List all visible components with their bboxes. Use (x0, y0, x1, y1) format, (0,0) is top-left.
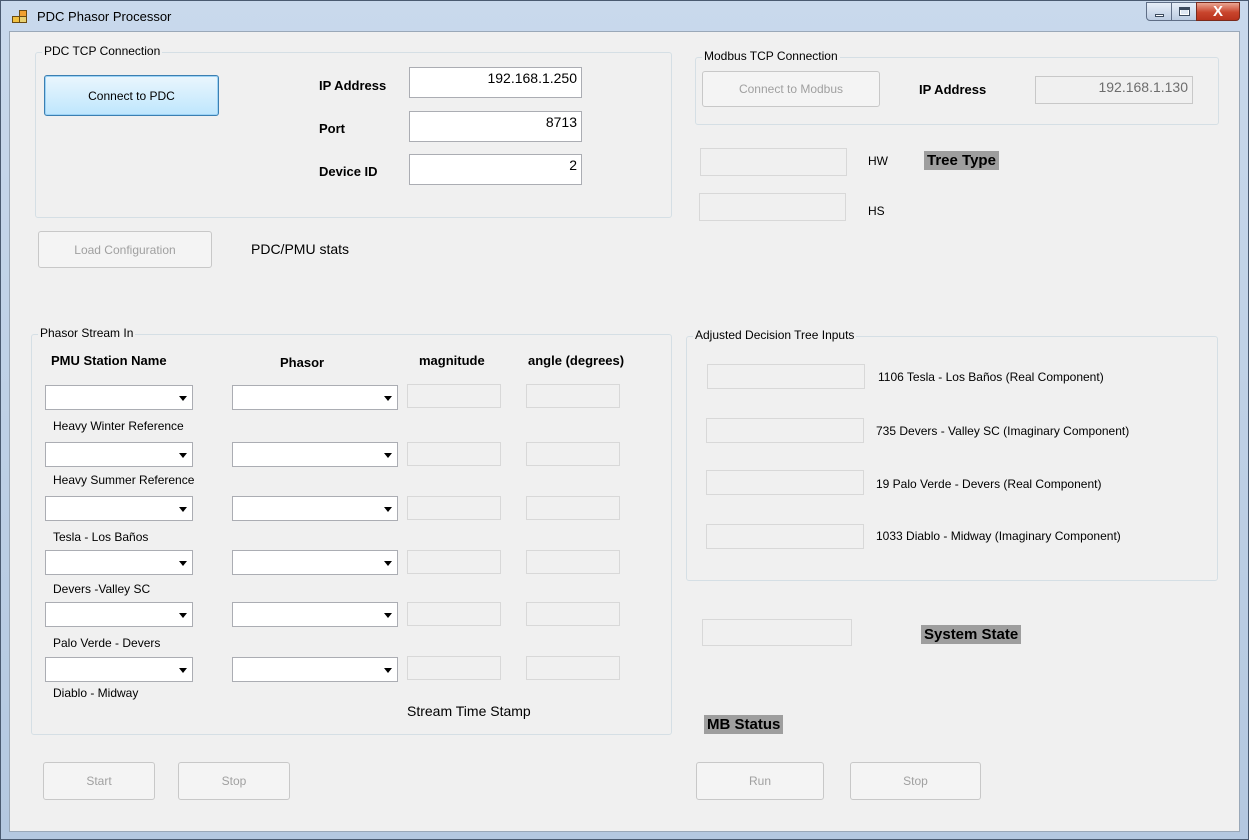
phasor-select-6[interactable] (232, 657, 398, 682)
angle-field-5[interactable] (526, 602, 620, 626)
dropdown-arrow-icon (384, 613, 392, 618)
station-select-4[interactable] (45, 550, 193, 575)
pdc-port-field[interactable]: 8713 (409, 111, 582, 142)
dropdown-arrow-icon (384, 453, 392, 458)
title-bar[interactable]: PDC Phasor Processor X (1, 1, 1248, 31)
angle-field-1[interactable] (526, 384, 620, 408)
modbus-group-title: Modbus TCP Connection (702, 49, 840, 63)
minimize-icon (1155, 14, 1164, 17)
tree-input-field-2[interactable] (706, 418, 864, 443)
header-phasor: Phasor (280, 355, 325, 370)
window-title: PDC Phasor Processor (37, 9, 172, 24)
modbus-ip-field[interactable]: 192.168.1.130 (1035, 76, 1193, 104)
angle-field-3[interactable] (526, 496, 620, 520)
tree-input-field-3[interactable] (706, 470, 864, 495)
row-label-3: Tesla - Los Baños (53, 530, 149, 544)
close-button[interactable]: X (1196, 2, 1240, 21)
dropdown-arrow-icon (384, 396, 392, 401)
phasor-select-3[interactable] (232, 496, 398, 521)
station-select-2[interactable] (45, 442, 193, 467)
mb-status-label: MB Status (704, 715, 784, 734)
dropdown-arrow-icon (179, 507, 187, 512)
magnitude-field-6[interactable] (407, 656, 501, 680)
hw-label: HW (868, 154, 888, 168)
caption-buttons: X (1146, 2, 1240, 22)
modbus-ip-label: IP Address (919, 82, 987, 97)
close-icon: X (1212, 3, 1223, 20)
stop-modbus-button[interactable]: Stop (850, 762, 981, 800)
tree-type-label: Tree Type (924, 151, 999, 170)
header-pmu-station: PMU Station Name (51, 353, 167, 368)
phasor-group-title: Phasor Stream In (38, 326, 136, 340)
tree-input-label-1: 1106 Tesla - Los Baños (Real Component) (878, 370, 1104, 384)
system-state-label: System State (921, 625, 1022, 644)
row-label-5: Palo Verde - Devers (53, 636, 161, 650)
dropdown-arrow-icon (179, 613, 187, 618)
dropdown-arrow-icon (179, 453, 187, 458)
dropdown-arrow-icon (384, 668, 392, 673)
row-label-6: Diablo - Midway (53, 686, 139, 700)
pdc-port-label: Port (319, 121, 345, 136)
tree-group-title: Adjusted Decision Tree Inputs (693, 328, 857, 342)
minimize-button[interactable] (1146, 2, 1172, 21)
pdc-group-title: PDC TCP Connection (42, 44, 163, 58)
device-id-field[interactable]: 2 (409, 154, 582, 185)
phasor-select-1[interactable] (232, 385, 398, 410)
tree-input-field-1[interactable] (707, 364, 865, 389)
connect-pdc-button[interactable]: Connect to PDC (44, 75, 219, 116)
phasor-select-2[interactable] (232, 442, 398, 467)
maximize-icon (1179, 7, 1190, 16)
dropdown-arrow-icon (179, 561, 187, 566)
header-angle: angle (degrees) (528, 353, 625, 368)
row-label-1: Heavy Winter Reference (53, 419, 184, 433)
dropdown-arrow-icon (384, 507, 392, 512)
phasor-select-5[interactable] (232, 602, 398, 627)
connect-modbus-button[interactable]: Connect to Modbus (702, 71, 880, 107)
load-configuration-button[interactable]: Load Configuration (38, 231, 212, 268)
app-icon (12, 10, 27, 23)
magnitude-field-4[interactable] (407, 550, 501, 574)
start-button[interactable]: Start (43, 762, 155, 800)
angle-field-6[interactable] (526, 656, 620, 680)
pdc-ip-label: IP Address (319, 78, 387, 93)
magnitude-field-3[interactable] (407, 496, 501, 520)
row-label-2: Heavy Summer Reference (53, 473, 195, 487)
station-select-3[interactable] (45, 496, 193, 521)
magnitude-field-1[interactable] (407, 384, 501, 408)
station-select-5[interactable] (45, 602, 193, 627)
hs-label: HS (868, 204, 885, 218)
dropdown-arrow-icon (179, 396, 187, 401)
angle-field-4[interactable] (526, 550, 620, 574)
tree-input-label-4: 1033 Diablo - Midway (Imaginary Componen… (876, 529, 1121, 543)
device-id-label: Device ID (319, 164, 378, 179)
pdc-ip-field[interactable]: 192.168.1.250 (409, 67, 582, 98)
header-magnitude: magnitude (419, 353, 485, 368)
station-select-6[interactable] (45, 657, 193, 682)
stop-button[interactable]: Stop (178, 762, 290, 800)
station-select-1[interactable] (45, 385, 193, 410)
dropdown-arrow-icon (179, 668, 187, 673)
run-button[interactable]: Run (696, 762, 824, 800)
tree-input-label-3: 19 Palo Verde - Devers (Real Component) (876, 477, 1102, 491)
pdc-pmu-stats-label: PDC/PMU stats (251, 241, 350, 257)
main-window: PDC Phasor Processor X PDC TCP Connectio… (0, 0, 1249, 840)
stream-timestamp-label: Stream Time Stamp (407, 703, 531, 719)
hw-field[interactable] (700, 148, 847, 176)
system-state-field[interactable] (702, 619, 852, 646)
maximize-button[interactable] (1171, 2, 1197, 21)
magnitude-field-5[interactable] (407, 602, 501, 626)
hs-field[interactable] (699, 193, 846, 221)
row-label-4: Devers -Valley SC (53, 582, 151, 596)
dropdown-arrow-icon (384, 561, 392, 566)
phasor-select-4[interactable] (232, 550, 398, 575)
tree-input-field-4[interactable] (706, 524, 864, 549)
angle-field-2[interactable] (526, 442, 620, 466)
form-client-area: PDC TCP Connection Connect to PDC IP Add… (9, 31, 1240, 832)
magnitude-field-2[interactable] (407, 442, 501, 466)
tree-input-label-2: 735 Devers - Valley SC (Imaginary Compon… (876, 424, 1130, 438)
